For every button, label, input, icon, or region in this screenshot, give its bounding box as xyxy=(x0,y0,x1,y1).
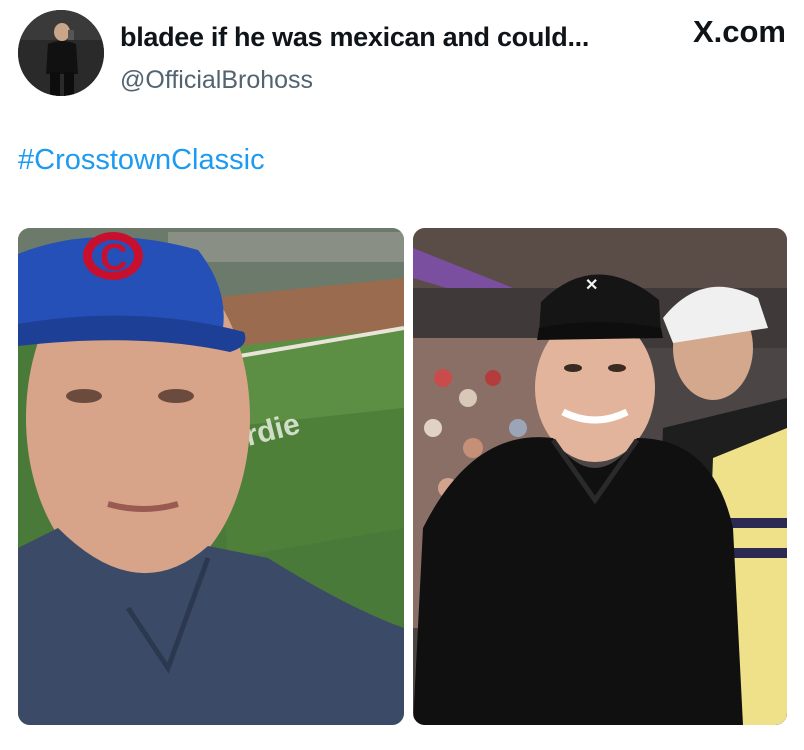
user-handle[interactable]: @OfficialBrohoss xyxy=(120,66,313,95)
photo-left[interactable]: ardie C xyxy=(18,228,404,725)
hashtag-link[interactable]: #CrosstownClassic xyxy=(18,144,265,177)
photo-right[interactable]: ✕ xyxy=(413,228,787,725)
avatar[interactable] xyxy=(18,10,104,96)
cap-logo: C xyxy=(100,237,127,279)
photo-left-image: ardie C xyxy=(18,228,404,725)
display-name[interactable]: bladee if he was mexican and could... xyxy=(120,22,589,53)
tweet-header: bladee if he was mexican and could... @O… xyxy=(18,10,788,100)
brand-label: X.com xyxy=(692,14,786,49)
source-brand: X.com xyxy=(693,14,786,50)
photo-right-image: ✕ xyxy=(413,228,787,725)
sox-logo: ✕ xyxy=(585,277,598,294)
